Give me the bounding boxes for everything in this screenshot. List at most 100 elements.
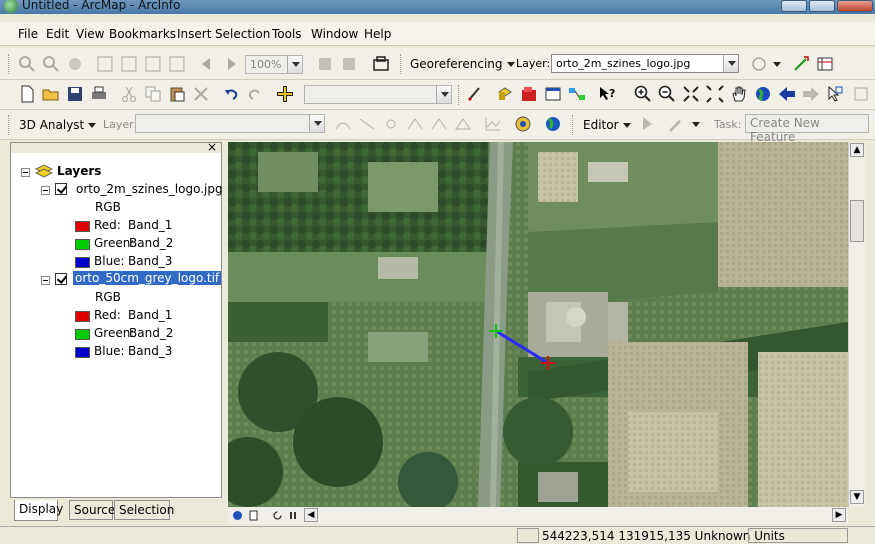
steepest-path-icon[interactable]	[358, 115, 376, 133]
vertical-scroll-thumb[interactable]	[850, 200, 864, 242]
data-view-globe-icon[interactable]	[232, 510, 243, 521]
print-icon[interactable]	[90, 85, 108, 103]
task-select[interactable]: Create New Feature	[745, 114, 869, 144]
add-control-points-icon[interactable]	[792, 55, 810, 73]
minimize-button[interactable]	[781, 0, 807, 12]
selected-layer-name[interactable]: orto_50cm_grey_logo.tif	[73, 271, 222, 285]
model-builder-icon[interactable]	[568, 85, 586, 103]
menu-view[interactable]: View	[76, 27, 104, 41]
maximize-button[interactable]	[809, 0, 835, 12]
add-data-icon[interactable]	[276, 85, 294, 103]
redo-icon[interactable]	[246, 85, 264, 103]
save-icon[interactable]	[66, 85, 84, 103]
map-vertical-scrollbar[interactable]: ▲ ▼	[848, 142, 865, 507]
interpolate-point-icon[interactable]	[406, 115, 424, 133]
menu-edit[interactable]: Edit	[46, 27, 69, 41]
chevron-down-icon[interactable]	[692, 122, 700, 127]
arccatalog-icon[interactable]	[520, 85, 538, 103]
chevron-down-icon[interactable]	[309, 115, 324, 132]
scroll-down-icon[interactable]: ▼	[850, 490, 864, 504]
pan-layout-icon[interactable]	[66, 55, 84, 73]
menu-bookmarks[interactable]: Bookmarks	[109, 27, 176, 41]
close-button[interactable]	[837, 0, 873, 12]
rotate-icon[interactable]	[750, 55, 768, 73]
menu-window[interactable]: Window	[311, 27, 358, 41]
clear-selection-icon[interactable]	[852, 85, 870, 103]
arcscene-icon[interactable]	[514, 115, 532, 133]
open-folder-icon[interactable]	[42, 85, 60, 103]
create-contour-icon[interactable]	[334, 115, 352, 133]
georeferencing-menu[interactable]: Georeferencing	[410, 57, 515, 71]
previous-extent-icon[interactable]	[778, 85, 796, 103]
focus-data-frame-icon[interactable]	[340, 55, 358, 73]
sketch-tool-pencil-icon[interactable]	[666, 115, 684, 133]
command-line-icon[interactable]	[544, 85, 562, 103]
collapse-layers-icon[interactable]	[21, 168, 30, 177]
layer-visibility-checkbox[interactable]	[55, 273, 67, 285]
chevron-down-icon[interactable]	[773, 62, 781, 67]
menu-tools[interactable]: Tools	[272, 27, 302, 41]
create-profile-graph-icon[interactable]	[484, 115, 502, 133]
layer-name[interactable]: orto_50cm_grey_logo.tif	[73, 271, 222, 285]
whats-this-help-icon[interactable]: ?	[598, 85, 616, 103]
delete-icon[interactable]	[192, 85, 210, 103]
chevron-down-icon[interactable]	[287, 56, 302, 73]
actual-size-icon[interactable]	[168, 55, 186, 73]
collapse-layer-icon[interactable]	[41, 186, 50, 195]
copy-icon[interactable]	[144, 85, 162, 103]
cut-icon[interactable]	[120, 85, 138, 103]
layer-visibility-checkbox[interactable]	[55, 183, 67, 195]
scroll-right-icon[interactable]: ▶	[832, 508, 846, 522]
zoom-in-layout-icon[interactable]	[18, 55, 36, 73]
pause-drawing-icon[interactable]	[288, 510, 299, 521]
scroll-up-icon[interactable]: ▲	[850, 143, 864, 157]
collapse-layer-icon[interactable]	[41, 276, 50, 285]
undo-icon[interactable]	[222, 85, 240, 103]
zoom-in-icon[interactable]	[634, 85, 652, 103]
3d-analyst-menu[interactable]: 3D Analyst	[19, 118, 97, 132]
select-features-icon[interactable]	[826, 85, 844, 103]
layers-root[interactable]: Layers	[57, 164, 101, 178]
map-display[interactable]	[228, 142, 848, 507]
zoom-percent-select[interactable]: 100%	[245, 55, 303, 74]
chevron-down-icon[interactable]	[436, 86, 451, 103]
line-of-sight-icon[interactable]	[382, 115, 400, 133]
arctoolbox-icon[interactable]	[496, 85, 514, 103]
fixed-zoom-out-icon[interactable]	[706, 85, 724, 103]
scroll-left-icon[interactable]: ◀	[304, 508, 318, 522]
arcglobe-icon[interactable]	[544, 115, 562, 133]
editor-menu[interactable]: Editor	[583, 118, 631, 132]
tab-display[interactable]: Display	[14, 500, 63, 521]
map-scale-select[interactable]	[304, 85, 452, 104]
zoom-out-layout-icon[interactable]	[42, 55, 60, 73]
forward-extent-icon[interactable]	[222, 55, 240, 73]
edit-tool-arrow-icon[interactable]	[638, 115, 656, 133]
full-page-icon[interactable]	[96, 55, 114, 73]
zoom-out-icon[interactable]	[658, 85, 676, 103]
georef-layer-select[interactable]: orto_2m_szines_logo.jpg	[551, 54, 739, 73]
next-extent-icon[interactable]	[802, 85, 820, 103]
pan-hand-icon[interactable]	[730, 85, 748, 103]
tab-selection[interactable]: Selection	[114, 500, 174, 520]
menu-help[interactable]: Help	[364, 27, 391, 41]
refresh-icon[interactable]	[272, 510, 283, 521]
tab-source[interactable]: Source	[69, 500, 115, 520]
map-horizontal-scrollbar[interactable]: ◀ ▶	[228, 507, 848, 524]
layout-view-page-icon[interactable]	[248, 510, 259, 521]
zoom-to-page-icon[interactable]	[120, 55, 138, 73]
close-icon[interactable]: ×	[207, 140, 217, 154]
toggle-draft-mode-icon[interactable]	[316, 55, 334, 73]
aerial-orthophoto[interactable]	[228, 142, 848, 507]
view-link-table-icon[interactable]	[816, 55, 834, 73]
chevron-down-icon[interactable]	[723, 55, 738, 72]
full-extent-globe-icon[interactable]	[754, 85, 772, 103]
paste-icon[interactable]	[168, 85, 186, 103]
back-extent-icon[interactable]	[198, 55, 216, 73]
new-document-icon[interactable]	[18, 85, 36, 103]
interpolate-polygon-icon[interactable]	[454, 115, 472, 133]
fixed-zoom-icon[interactable]	[144, 55, 162, 73]
menu-file[interactable]: File	[18, 27, 38, 41]
interpolate-line-icon[interactable]	[430, 115, 448, 133]
menu-selection[interactable]: Selection	[215, 27, 270, 41]
fixed-zoom-in-icon[interactable]	[682, 85, 700, 103]
